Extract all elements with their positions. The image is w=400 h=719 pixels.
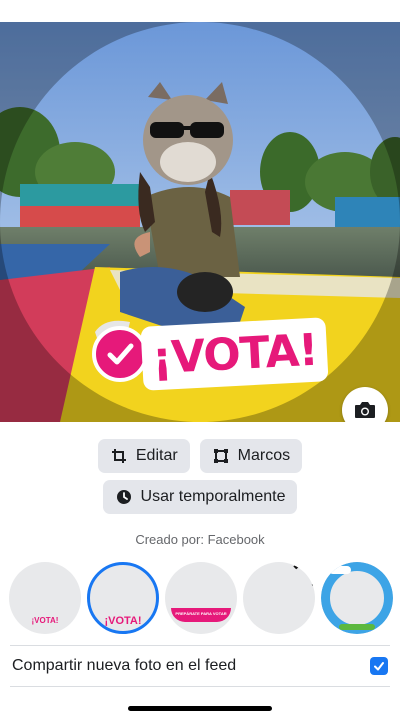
- frame-option-5-grass: [339, 624, 375, 630]
- share-to-feed-checkbox[interactable]: [370, 657, 388, 675]
- use-temporarily-label: Usar temporalmente: [140, 488, 286, 505]
- frame-option-1[interactable]: ¡VOTA!: [9, 562, 81, 634]
- frame-option-2-text: ¡VOTA!: [104, 615, 142, 627]
- edit-button[interactable]: Editar: [97, 439, 190, 473]
- frames-carousel: ¡VOTA! ¡VOTA! PREPÁRATE PARA VOTAR: [0, 560, 400, 638]
- check-mark-icon: [107, 343, 134, 365]
- profile-photo-preview: ¡VOTA!: [0, 22, 400, 422]
- frame-option-4-corner: [289, 562, 315, 592]
- share-to-feed-label: Compartir nueva foto en el feed: [12, 657, 237, 674]
- frame-option-2[interactable]: ¡VOTA!: [87, 562, 159, 634]
- camera-icon: [355, 402, 375, 418]
- frame-option-5[interactable]: [321, 562, 393, 634]
- home-indicator: [128, 706, 272, 711]
- frame-option-5-cloud: [329, 566, 351, 574]
- frame-option-3[interactable]: PREPÁRATE PARA VOTAR: [165, 562, 237, 634]
- frames-button[interactable]: Marcos: [199, 439, 303, 473]
- frame-option-4[interactable]: [243, 562, 315, 634]
- clock-icon: [115, 488, 133, 506]
- use-temporarily-button[interactable]: Usar temporalmente: [102, 480, 298, 514]
- divider-top: [10, 645, 390, 646]
- vota-label-box: ¡VOTA!: [140, 317, 330, 391]
- share-to-feed-row[interactable]: Compartir nueva foto en el feed: [0, 648, 400, 686]
- frame-option-3-text: PREPÁRATE PARA VOTAR: [175, 611, 227, 616]
- crop-icon: [110, 447, 128, 465]
- frames-button-label: Marcos: [237, 447, 291, 464]
- vota-badge: ¡VOTA!: [92, 317, 330, 392]
- check-icon: [374, 662, 384, 671]
- frame-option-1-text: ¡VOTA!: [31, 616, 59, 625]
- vota-text: ¡VOTA!: [150, 324, 319, 384]
- edit-button-label: Editar: [135, 447, 178, 464]
- action-row-2: Usar temporalmente: [0, 480, 400, 514]
- action-row-1: Editar Marcos: [0, 439, 400, 473]
- frame-icon: [212, 447, 230, 465]
- top-strip: [0, 0, 400, 22]
- created-by-text: Creado por: Facebook: [135, 532, 265, 547]
- divider-bottom: [10, 686, 390, 687]
- check-circle: [92, 326, 148, 382]
